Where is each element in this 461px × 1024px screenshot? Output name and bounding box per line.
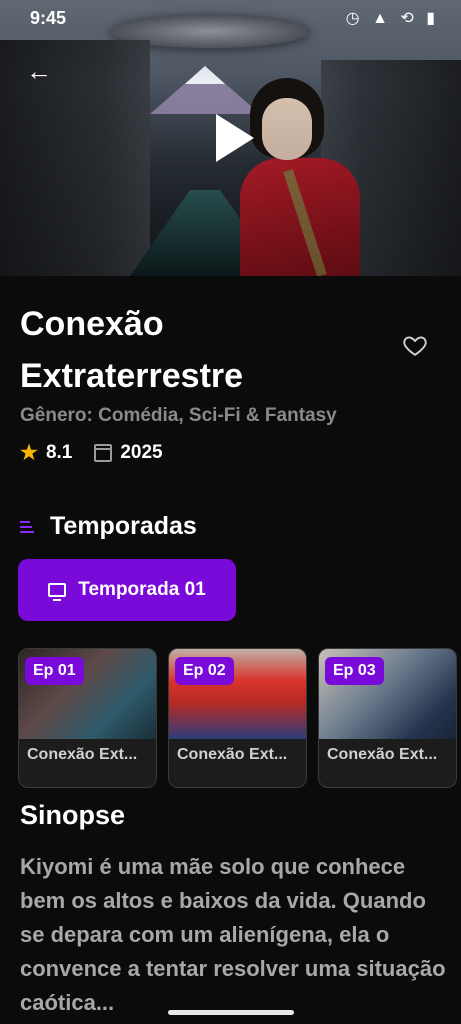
genre-text: Gênero: Comédia, Sci-Fi & Fantasy [20, 405, 337, 426]
synopsis-heading: Sinopse [20, 800, 126, 830]
episode-title: Conexão Ext... [177, 746, 288, 763]
rating-value: 8.1 [45, 441, 73, 463]
season-selector-button[interactable]: Temporada 01 [18, 559, 236, 621]
tv-icon [48, 583, 67, 601]
episode-title: Conexão Ext... [327, 746, 438, 763]
star-icon: ★ [20, 442, 38, 464]
play-icon[interactable] [216, 114, 254, 162]
status-time: 9:45 [30, 8, 67, 28]
heart-icon[interactable] [402, 332, 428, 358]
episode-tag: Ep 03 [325, 657, 384, 685]
synopsis-text: Kiyomi é uma mãe solo que conhece bem os… [20, 854, 446, 1015]
episode-card[interactable]: Ep 01 Conexão Ext... [18, 648, 157, 788]
episode-card[interactable]: Ep 03 Conexão Ext... [318, 648, 457, 788]
seasons-heading: Temporadas [50, 512, 197, 540]
year-value: 2025 [120, 441, 163, 463]
calendar-icon [94, 443, 113, 462]
status-bar: 9:45 ◷ ▲ ⟲ ▮ [0, 0, 461, 36]
back-arrow-icon[interactable]: ← [26, 58, 52, 84]
show-title: Conexão Extraterrestre [20, 305, 244, 395]
meta-row: ★ 8.1 2025 [20, 440, 163, 465]
episode-tag: Ep 02 [175, 657, 234, 685]
season-label: Temporada 01 [78, 579, 206, 600]
episode-title: Conexão Ext... [27, 746, 138, 763]
playlist-icon [20, 520, 34, 533]
episode-tag: Ep 01 [25, 657, 84, 685]
episode-carousel[interactable]: Ep 01 Conexão Ext... Ep 02 Conexão Ext..… [18, 648, 461, 788]
status-icons: ◷ ▲ ⟲ ▮ [345, 10, 439, 27]
home-indicator[interactable] [168, 1010, 294, 1015]
seasons-section-header: Temporadas [20, 512, 197, 541]
hero-trailer[interactable] [0, 0, 461, 276]
episode-card[interactable]: Ep 02 Conexão Ext... [168, 648, 307, 788]
